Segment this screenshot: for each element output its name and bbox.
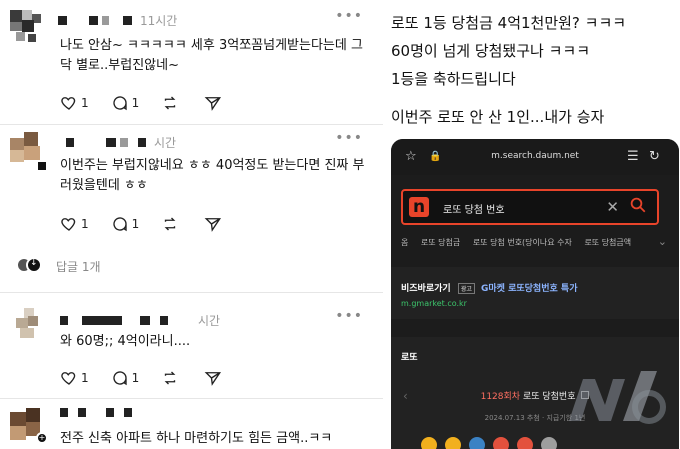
lotto-ball [517, 437, 533, 449]
repost-icon [164, 96, 176, 110]
related-tab[interactable]: 로또 당첨 번호(당이나요 수자 [473, 238, 572, 247]
reply-avatars: ↓ [18, 257, 44, 275]
comment-count: 1 [131, 371, 140, 385]
comment-button[interactable]: 1 [111, 94, 140, 112]
heart-icon [61, 97, 76, 110]
post-actions: 1 1 [60, 94, 247, 112]
send-icon [204, 97, 222, 111]
post-time: 11시간 [140, 13, 178, 28]
post-time: 시간 [198, 313, 221, 328]
post-text: 전주 신축 아파트 하나 마련하기도 힘든 금액..ㅋㅋ [60, 431, 333, 446]
related-tab[interactable]: 옴 [401, 238, 408, 247]
post-actions: 1 1 [60, 369, 247, 387]
more-dots-icon[interactable]: ••• [335, 8, 363, 24]
more-dots-icon[interactable]: ••• [335, 130, 363, 146]
post-actions: 1 1 [60, 215, 247, 233]
post-header [60, 404, 132, 420]
avatar[interactable] [10, 308, 44, 342]
comment-feed: 11시간 ••• 나도 안삼~ ㅋㅋㅋㅋㅋ 세후 3억쪼꼼넘게받는다는데 그닥 … [0, 0, 383, 449]
like-button[interactable]: 1 [60, 369, 89, 387]
comment-icon [113, 96, 127, 111]
like-count: 1 [81, 371, 89, 385]
daum-logo: n [409, 197, 429, 217]
ad-header: 비즈바로가기 광고 G마켓 로또당첨번호 특가 [401, 281, 577, 294]
divider [0, 398, 383, 399]
news1-watermark-icon [569, 371, 666, 424]
related-tabs: 옴 로또 당첨금 로또 당첨 번호(당이나요 수자 로또 당첨금액 ⌄ [391, 237, 679, 253]
heart-icon [61, 372, 76, 385]
repost-icon [164, 217, 176, 231]
send-icon [204, 218, 222, 232]
post-time: 시간 [154, 135, 177, 150]
avatar[interactable]: + [10, 408, 48, 444]
chevron-down-icon[interactable]: ⌄ [658, 237, 667, 248]
browser-bar: ☆ 🔒 m.search.daum.net ☰ ↻ [391, 139, 679, 175]
lotto-ball [469, 437, 485, 449]
lotto-ball [493, 437, 509, 449]
search-box[interactable]: n 로또 당첨 번호 ✕ [401, 189, 659, 225]
like-count: 1 [81, 96, 89, 110]
lotto-ball [421, 437, 437, 449]
plus-icon[interactable]: + [36, 432, 48, 444]
phone-screenshot: ☆ 🔒 m.search.daum.net ☰ ↻ n 로또 당첨 번호 ✕ 옴… [391, 139, 679, 449]
article-panel: 로또 1등 당첨금 4억1천만원? ㅋㅋㅋ 60명이 넘게 당첨됐구나 ㅋㅋㅋ … [383, 0, 680, 449]
tabs-icon[interactable]: ☰ [627, 149, 639, 164]
search-icon[interactable] [629, 196, 647, 214]
repost-button[interactable] [161, 94, 182, 112]
clear-icon[interactable]: ✕ [606, 198, 619, 216]
post-header: 시간 [66, 134, 176, 150]
section-title: 로또 [401, 353, 418, 363]
avatar[interactable] [10, 10, 44, 44]
post-text: 와 60명;; 4억이라니.... [60, 334, 191, 349]
repost-button[interactable] [161, 369, 182, 387]
like-button[interactable]: 1 [60, 215, 89, 233]
post-header: 11시간 [58, 12, 177, 28]
lotto-ball [445, 437, 461, 449]
send-icon [204, 372, 222, 386]
comment-icon [113, 371, 127, 386]
repost-button[interactable] [161, 215, 182, 233]
lotto-balls [421, 437, 557, 449]
like-button[interactable]: 1 [60, 94, 89, 112]
reload-icon[interactable]: ↻ [649, 149, 660, 164]
post-text: 이번주는 부럽지않네요 ㅎㅎ 40억정도 받는다면 진짜 부러웠을텐데 ㅎㅎ [60, 158, 365, 193]
ad-badge: 광고 [457, 283, 475, 294]
ad-title[interactable]: 비즈바로가기 [401, 284, 451, 294]
round-number[interactable]: 1128회차 [481, 392, 520, 402]
comment-icon [113, 217, 127, 232]
comment-count: 1 [131, 96, 140, 110]
caption-line: 60명이 넘게 당첨됐구나 ㅋㅋㅋ [391, 42, 590, 60]
more-dots-icon[interactable]: ••• [335, 308, 363, 324]
divider [0, 292, 383, 293]
post-text: 나도 안삼~ ㅋㅋㅋㅋㅋ 세후 3억쪼꼼넘게받는다는데 그닥 별로..부럽진않네… [60, 38, 363, 73]
replies-count: 답글 1개 [56, 259, 101, 274]
share-button[interactable] [204, 215, 225, 233]
caption-line: 로또 1등 당첨금 4억1천만원? ㅋㅋㅋ [391, 14, 627, 32]
repost-icon [164, 371, 176, 385]
view-replies-link[interactable]: ↓ 답글 1개 [18, 257, 101, 275]
caption-line: 이번주 로또 안 산 1인...내가 승자 [391, 108, 605, 126]
share-button[interactable] [204, 94, 225, 112]
arrow-down-icon: ↓ [30, 258, 38, 268]
heart-icon [61, 218, 76, 231]
comment-button[interactable]: 1 [111, 369, 140, 387]
avatar[interactable] [10, 132, 46, 170]
lotto-ball [541, 437, 557, 449]
divider [0, 124, 383, 125]
related-tab[interactable]: 로또 당첨금 [421, 238, 460, 247]
related-tab[interactable]: 로또 당첨금액 [584, 238, 631, 247]
search-query[interactable]: 로또 당첨 번호 [443, 201, 505, 216]
ad-url[interactable]: m.gmarket.co.kr [401, 299, 467, 308]
post-header: 시간 [60, 312, 220, 328]
like-count: 1 [81, 217, 89, 231]
comment-count: 1 [131, 217, 140, 231]
comment-button[interactable]: 1 [111, 215, 140, 233]
share-button[interactable] [204, 369, 225, 387]
caption-line: 1등을 축하드립니다 [391, 70, 516, 88]
ad-link[interactable]: G마켓 로또당첨번호 특가 [481, 284, 577, 294]
